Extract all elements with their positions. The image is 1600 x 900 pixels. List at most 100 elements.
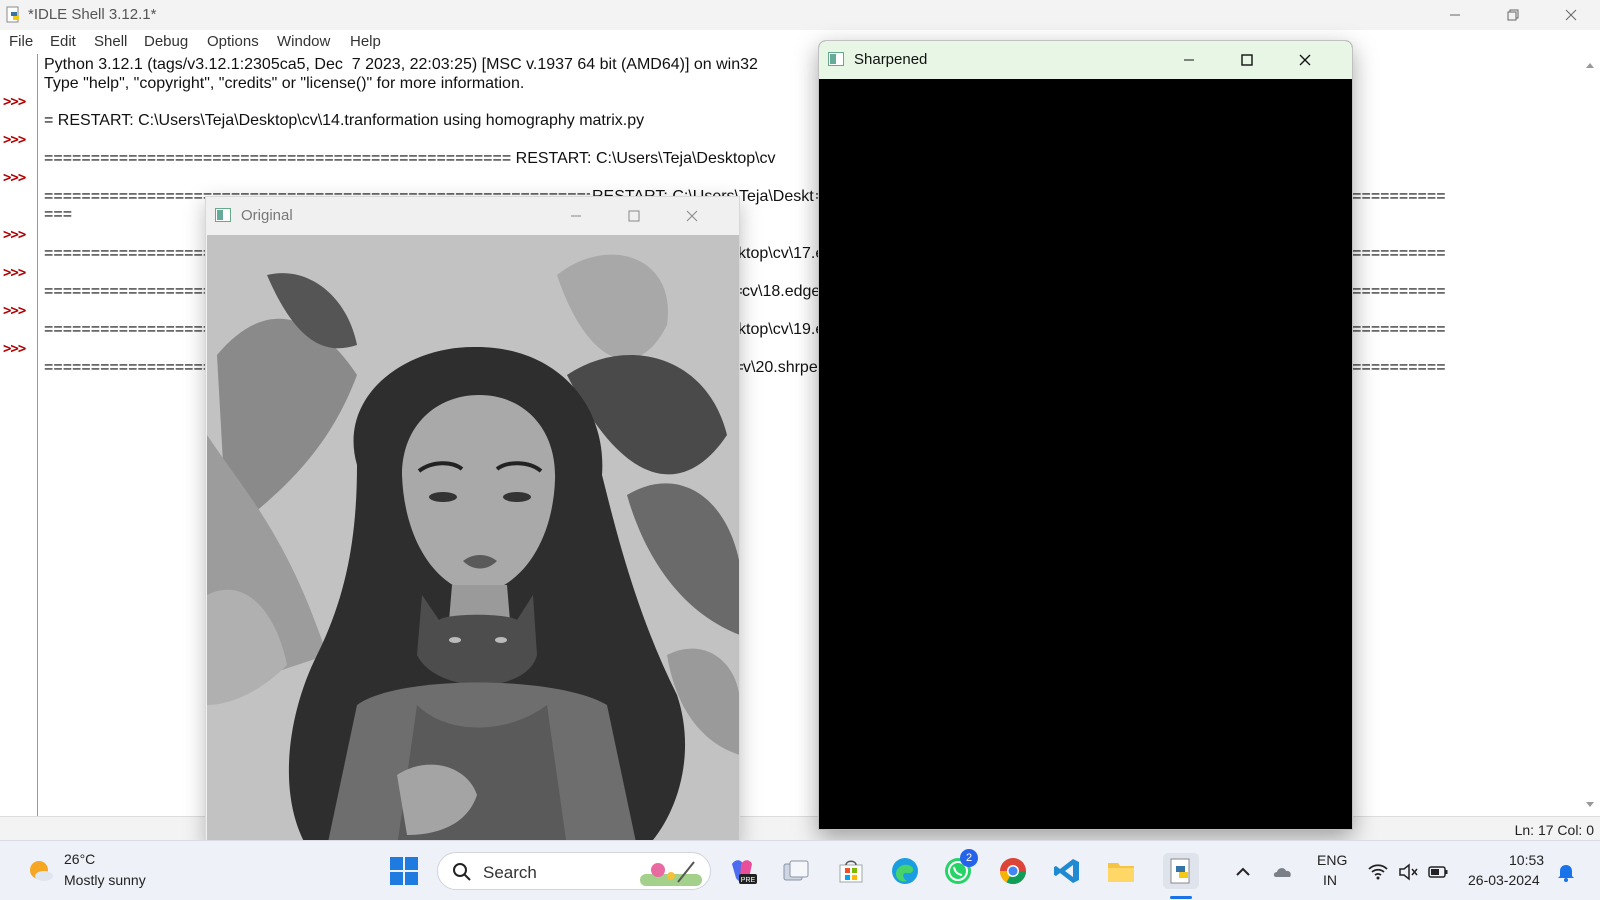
shell-line: === <box>44 206 73 223</box>
taskbar-search[interactable]: Search <box>437 852 711 890</box>
sharpened-minimize-button[interactable] <box>1164 45 1214 75</box>
shell-line-fragment: ktop\cv\19.e <box>738 321 825 339</box>
menu-debug[interactable]: Debug <box>144 33 188 50</box>
close-icon <box>1299 54 1311 66</box>
speaker-muted-icon[interactable] <box>1397 861 1419 883</box>
original-image <box>207 235 739 845</box>
notification-bell-icon[interactable] <box>1555 861 1577 883</box>
sharpened-image-window[interactable]: Sharpened <box>818 40 1353 830</box>
folder-icon <box>1108 863 1134 882</box>
shell-line: = RESTART: C:\Users\Teja\Desktop\cv\14.t… <box>44 112 645 129</box>
battery-icon[interactable] <box>1427 861 1449 883</box>
clock-date[interactable]: 26-03-2024 <box>1468 872 1540 888</box>
sharpened-close-button[interactable] <box>1280 45 1330 75</box>
shell-line-fragment: ktop\cv\17.e <box>738 245 825 263</box>
original-close-button[interactable] <box>667 201 717 231</box>
menu-help[interactable]: Help <box>350 33 381 50</box>
shell-prompt: >>> <box>3 303 26 319</box>
cursor-position: Ln: 17 Col: 0 <box>1514 822 1594 838</box>
vscode-icon <box>1054 859 1079 883</box>
windows-start-icon[interactable] <box>389 856 419 886</box>
shell-line-fragment: cv\18.edge <box>742 283 821 301</box>
search-label: Search <box>483 863 537 882</box>
menu-bar: File Edit Shell Debug Options Window Hel… <box>0 30 1600 54</box>
language-indicator[interactable]: ENG <box>1317 852 1347 868</box>
active-app-indicator <box>1170 896 1192 899</box>
sharpened-title-bar[interactable]: Sharpened <box>819 41 1352 79</box>
search-icon <box>453 863 471 881</box>
vertical-scrollbar[interactable] <box>1582 54 1598 816</box>
prompt-gutter: >>> >>> >>> >>> >>> >>> >>> <box>0 54 38 816</box>
scroll-up-icon[interactable] <box>1582 58 1598 72</box>
sharpened-image <box>819 79 1352 829</box>
microsoft-store-icon <box>839 860 863 883</box>
taskbar-microsoft-store[interactable] <box>833 853 869 889</box>
scroll-down-icon[interactable] <box>1582 798 1598 812</box>
copilot-icon: PRE <box>732 860 757 884</box>
shell-line-fragment: v\20.shrpen <box>743 359 827 377</box>
clock-time[interactable]: 10:53 <box>1509 852 1544 868</box>
close-button[interactable] <box>1542 0 1600 30</box>
shell-line: Type "help", "copyright", "credits" or "… <box>44 75 525 92</box>
notification-badge: 2 <box>960 849 978 867</box>
shell-prompt: >>> <box>3 227 26 243</box>
close-icon <box>1565 9 1577 21</box>
maximize-icon <box>628 210 640 222</box>
window-title: *IDLE Shell 3.12.1* <box>28 6 157 23</box>
taskbar-vscode[interactable] <box>1049 853 1085 889</box>
wifi-icon[interactable] <box>1367 861 1389 883</box>
minimize-icon <box>1450 14 1460 16</box>
original-title-bar[interactable]: Original <box>206 197 739 235</box>
menu-file[interactable]: File <box>9 33 33 50</box>
original-window-title: Original <box>241 207 293 224</box>
restore-button[interactable] <box>1484 0 1542 30</box>
shell-prompt: >>> <box>3 94 26 110</box>
weather-description[interactable]: Mostly sunny <box>64 872 146 888</box>
maximize-icon <box>1241 54 1253 66</box>
restore-icon <box>1507 9 1519 21</box>
opencv-window-icon <box>828 52 844 66</box>
close-icon <box>686 210 698 222</box>
sharpened-maximize-button[interactable] <box>1222 45 1272 75</box>
chrome-icon <box>999 858 1027 885</box>
edge-browser-icon <box>892 858 918 884</box>
region-indicator[interactable]: IN <box>1323 872 1337 888</box>
task-view-icon <box>783 860 809 881</box>
shell-prompt: >>> <box>3 341 26 357</box>
original-minimize-button[interactable] <box>551 201 601 231</box>
svg-text:PRE: PRE <box>741 877 756 884</box>
taskbar-whatsapp[interactable]: 2 <box>940 849 978 889</box>
onedrive-cloud-icon[interactable] <box>1272 861 1294 883</box>
taskbar-edge[interactable] <box>887 853 923 889</box>
search-highlight-art-icon <box>640 861 702 886</box>
minimize-icon <box>571 215 581 217</box>
taskbar-copilot-pre[interactable]: PRE <box>724 853 760 889</box>
chevron-up-icon[interactable] <box>1232 861 1254 883</box>
python-idle-icon <box>1170 858 1190 884</box>
shell-line: ========================================… <box>44 150 776 167</box>
taskbar-python-idle[interactable] <box>1163 853 1199 889</box>
grayscale-portrait-illustration <box>207 235 739 845</box>
original-maximize-button[interactable] <box>609 201 659 231</box>
menu-options[interactable]: Options <box>207 33 259 50</box>
minimize-icon <box>1184 59 1194 61</box>
minimize-button[interactable] <box>1426 0 1484 30</box>
title-bar[interactable]: *IDLE Shell 3.12.1* <box>0 0 1600 30</box>
menu-edit[interactable]: Edit <box>50 33 76 50</box>
shell-line: Python 3.12.1 (tags/v3.12.1:2305ca5, Dec… <box>44 56 758 73</box>
sharpened-window-title: Sharpened <box>854 51 928 68</box>
shell-prompt: >>> <box>3 132 26 148</box>
menu-shell[interactable]: Shell <box>94 33 127 50</box>
shell-prompt: >>> <box>3 265 26 281</box>
taskbar-task-view[interactable] <box>778 853 814 889</box>
menu-window[interactable]: Window <box>277 33 330 50</box>
taskbar-chrome[interactable] <box>995 853 1031 889</box>
taskbar: 26°C Mostly sunny Search PRE 2 ENG IN 10… <box>0 840 1600 900</box>
opencv-window-icon <box>215 208 231 222</box>
python-idle-icon <box>6 6 19 23</box>
weather-temperature[interactable]: 26°C <box>64 851 95 867</box>
original-image-window[interactable]: Original <box>205 196 740 846</box>
taskbar-file-explorer[interactable] <box>1103 853 1139 889</box>
sun-cloud-icon[interactable] <box>26 856 56 886</box>
shell-prompt: >>> <box>3 170 26 186</box>
